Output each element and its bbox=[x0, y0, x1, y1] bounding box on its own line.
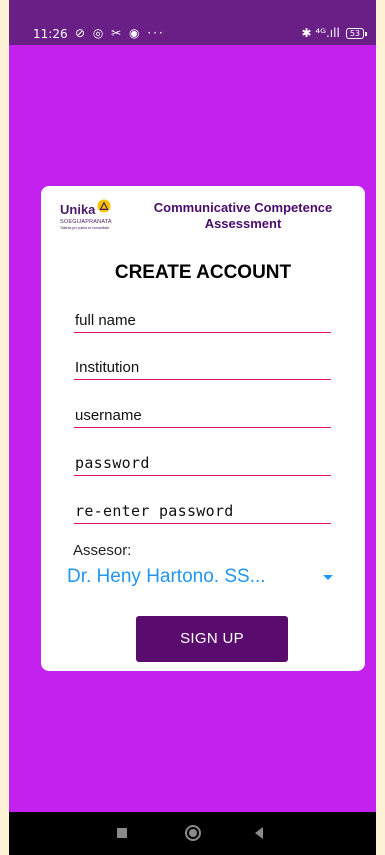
battery-icon: 53 bbox=[345, 27, 368, 39]
status-time: 11:26 bbox=[33, 27, 68, 41]
dropdown-caret-icon bbox=[323, 575, 333, 580]
page-title: CREATE ACCOUNT bbox=[114, 262, 292, 283]
logo-word: Unika bbox=[60, 202, 96, 217]
username-placeholder: username bbox=[75, 407, 142, 424]
signal-icon: ✱ ⁴ᴳ.ıll bbox=[301, 26, 340, 40]
system-nav-bar bbox=[9, 812, 376, 855]
assessor-selected-value: Dr. Heny Hartono. SS... bbox=[67, 566, 266, 587]
full-name-field[interactable]: full name bbox=[74, 306, 331, 333]
reenter-password-field[interactable]: re-enter password bbox=[74, 497, 331, 524]
recents-icon[interactable] bbox=[117, 828, 127, 838]
sign-up-button[interactable]: SIGN UP bbox=[136, 616, 288, 662]
password-placeholder: password bbox=[75, 454, 150, 472]
status-right: ✱ ⁴ᴳ.ıll 53 bbox=[301, 26, 368, 40]
institution-field[interactable]: Institution bbox=[74, 353, 331, 380]
password-field[interactable]: password bbox=[74, 449, 331, 476]
logo-subtitle: SOEGIJAPRANATA bbox=[60, 219, 112, 225]
reenter-password-placeholder: re-enter password bbox=[75, 502, 234, 520]
university-logo: Unika SOEGIJAPRANATA Talenta pro patria … bbox=[60, 199, 120, 233]
full-name-placeholder: full name bbox=[75, 312, 136, 329]
app-title: Communicative Competence Assessment bbox=[153, 200, 333, 231]
institution-placeholder: Institution bbox=[75, 359, 140, 376]
logo-tagline: Talenta pro patria et humanitate bbox=[60, 226, 110, 230]
home-icon[interactable] bbox=[185, 825, 201, 841]
back-icon[interactable] bbox=[255, 827, 263, 839]
username-field[interactable]: username bbox=[74, 401, 331, 428]
signup-card: Unika SOEGIJAPRANATA Talenta pro patria … bbox=[41, 186, 365, 671]
status-bar: 11:26 ⊘ ◎ ✂ ◉ ··· ✱ ⁴ᴳ.ıll 53 bbox=[9, 0, 376, 45]
assessor-label: Assesor: bbox=[73, 542, 132, 559]
logo-triangle-icon bbox=[97, 199, 111, 213]
notification-icons: ⊘ ◎ ✂ ◉ ··· bbox=[75, 26, 165, 40]
assessor-dropdown[interactable]: Dr. Heny Hartono. SS... bbox=[67, 562, 337, 592]
app-screen: 11:26 ⊘ ◎ ✂ ◉ ··· ✱ ⁴ᴳ.ıll 53 Unika SOEG… bbox=[9, 0, 376, 855]
